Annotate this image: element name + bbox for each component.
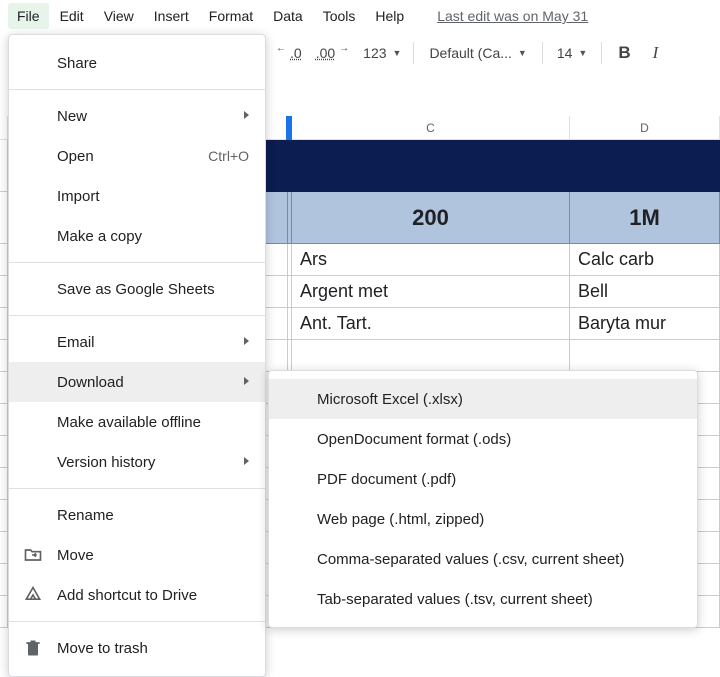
menu-format[interactable]: Format	[200, 3, 262, 29]
chevron-right-icon	[244, 111, 249, 119]
download-csv[interactable]: Comma-separated values (.csv, current sh…	[269, 539, 697, 579]
menubar: File Edit View Insert Format Data Tools …	[0, 0, 720, 32]
font-family-dropdown[interactable]: Default (Ca...▼	[420, 40, 535, 66]
menu-separator	[9, 621, 265, 622]
column-header-d[interactable]: D	[570, 116, 720, 139]
download-tsv[interactable]: Tab-separated values (.tsv, current shee…	[269, 579, 697, 619]
menu-add-shortcut[interactable]: Add shortcut to Drive	[9, 575, 265, 615]
italic-button[interactable]: I	[643, 39, 669, 67]
select-all-corner[interactable]	[0, 116, 8, 139]
menu-rename[interactable]: Rename	[9, 495, 265, 535]
menu-make-copy[interactable]: Make a copy	[9, 216, 265, 256]
chevron-right-icon	[244, 377, 249, 385]
menu-share[interactable]: Share	[9, 43, 265, 83]
drive-shortcut-icon	[23, 585, 43, 605]
menu-insert[interactable]: Insert	[145, 3, 198, 29]
toolbar-separator	[542, 42, 543, 64]
chevron-right-icon	[244, 457, 249, 465]
file-menu-dropdown: Share New OpenCtrl+O Import Make a copy …	[8, 34, 266, 677]
trash-icon	[23, 638, 43, 658]
font-size-dropdown[interactable]: 14▼	[549, 41, 596, 65]
menu-save-as-google-sheets[interactable]: Save as Google Sheets	[9, 269, 265, 309]
download-submenu: Microsoft Excel (.xlsx) OpenDocument for…	[268, 370, 698, 628]
column-header-c[interactable]: C	[292, 116, 570, 139]
menu-available-offline[interactable]: Make available offline	[9, 402, 265, 442]
last-edit-link[interactable]: Last edit was on May 31	[437, 8, 588, 24]
menu-edit[interactable]: Edit	[51, 3, 93, 29]
number-format-dropdown[interactable]: 123▼	[357, 41, 407, 65]
menu-help[interactable]: Help	[366, 3, 413, 29]
menu-move[interactable]: Move	[9, 535, 265, 575]
download-pdf[interactable]: PDF document (.pdf)	[269, 459, 697, 499]
menu-separator	[9, 262, 265, 263]
menu-separator	[9, 488, 265, 489]
increase-decimal-button[interactable]: .00→	[310, 41, 355, 65]
bold-button[interactable]: B	[608, 39, 640, 67]
menu-import[interactable]: Import	[9, 176, 265, 216]
menu-open[interactable]: OpenCtrl+O	[9, 136, 265, 176]
menu-download[interactable]: Download	[9, 362, 265, 402]
menu-file[interactable]: File	[8, 3, 49, 29]
folder-move-icon	[23, 545, 43, 565]
menu-email[interactable]: Email	[9, 322, 265, 362]
download-xlsx[interactable]: Microsoft Excel (.xlsx)	[269, 379, 697, 419]
header-cell-200[interactable]: 200	[292, 192, 570, 244]
menu-new[interactable]: New	[9, 96, 265, 136]
menu-version-history[interactable]: Version history	[9, 442, 265, 482]
menu-move-to-trash[interactable]: Move to trash	[9, 628, 265, 668]
menu-separator	[9, 89, 265, 90]
toolbar-separator	[413, 42, 414, 64]
toolbar-separator	[601, 42, 602, 64]
chevron-right-icon	[244, 337, 249, 345]
menu-tools[interactable]: Tools	[314, 3, 365, 29]
header-cell-1m[interactable]: 1M	[570, 192, 720, 244]
download-html[interactable]: Web page (.html, zipped)	[269, 499, 697, 539]
menu-view[interactable]: View	[95, 3, 143, 29]
menu-separator	[9, 315, 265, 316]
download-ods[interactable]: OpenDocument format (.ods)	[269, 419, 697, 459]
decrease-decimal-button[interactable]: ←.0	[270, 41, 308, 65]
menu-data[interactable]: Data	[264, 3, 312, 29]
